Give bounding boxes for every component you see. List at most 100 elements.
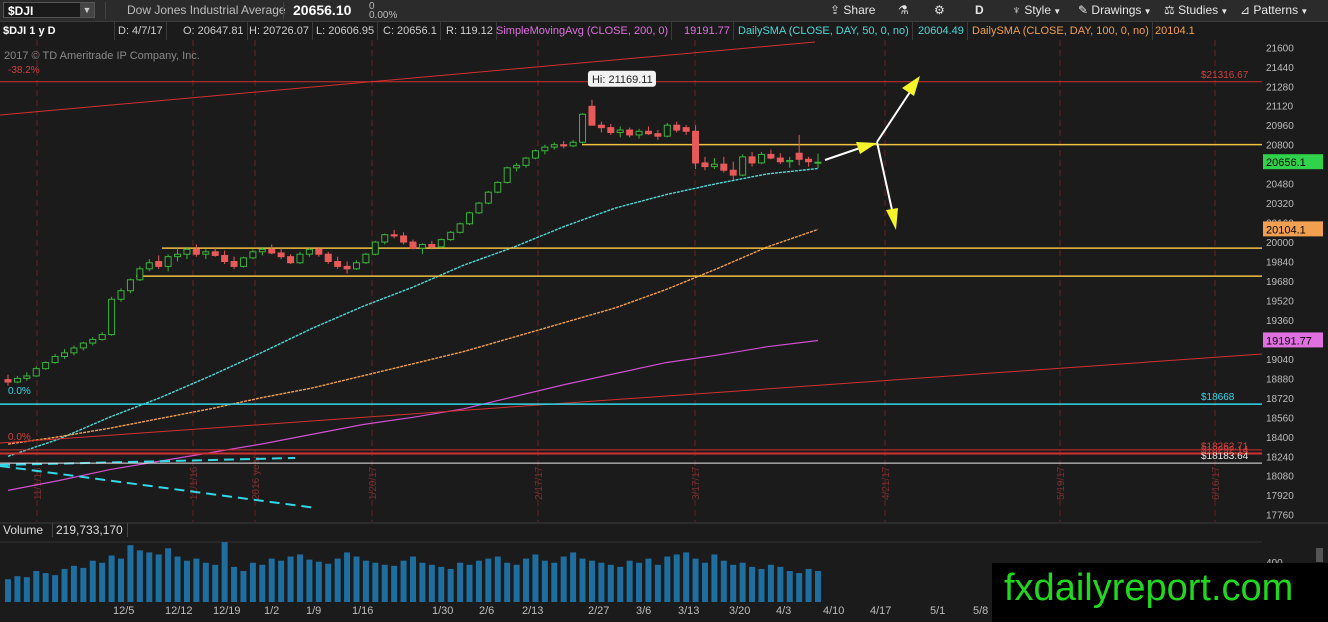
volume-bar <box>165 548 172 602</box>
candle-body <box>550 144 558 148</box>
x-tick-label: 5/8 <box>973 605 988 617</box>
candle-body <box>776 157 784 163</box>
x-tick-label: 1/30 <box>432 605 453 617</box>
y-tick-label: 20960 <box>1266 121 1294 132</box>
volume-label: Volume <box>3 523 44 537</box>
style-button[interactable]: ♆ Style ▼ <box>1012 0 1061 21</box>
candle-body <box>334 261 342 267</box>
gear-icon[interactable]: ⚙ <box>934 0 945 21</box>
candle-body <box>814 161 822 164</box>
volume-bar <box>306 559 313 602</box>
candle-body <box>23 375 31 379</box>
candle-body <box>258 248 266 253</box>
candle-body <box>475 202 483 214</box>
y-tick-label: 21280 <box>1266 82 1294 93</box>
study-sma200-name[interactable]: SimpleMovingAvg (CLOSE, 200, 0) <box>493 22 673 40</box>
volume-bar <box>419 562 426 602</box>
candle-body <box>616 129 624 134</box>
info-close: C: 20656.1 <box>380 22 441 40</box>
info-low: L: 20606.95 <box>313 22 379 40</box>
volume-bar <box>315 561 322 602</box>
y-tick-label: 20000 <box>1266 238 1294 249</box>
candle-body <box>381 234 389 243</box>
candle-body <box>588 105 596 126</box>
volume-bar <box>758 568 765 602</box>
volume-bar <box>118 558 125 602</box>
fib-label: -38.2% <box>8 65 40 76</box>
volume-bar <box>278 560 285 602</box>
study-sma50-name[interactable]: DailySMA (CLOSE, DAY, 50, 0, no) <box>735 22 913 40</box>
candle-body <box>202 251 210 255</box>
y-tick-label: 18080 <box>1266 472 1294 483</box>
flask-icon[interactable]: ⚗ <box>898 0 909 21</box>
volume-bar <box>127 545 134 602</box>
volume-bar <box>344 552 351 602</box>
volume-bar <box>287 556 294 602</box>
volume-bar <box>259 564 266 602</box>
candle-body <box>513 164 521 169</box>
info-range: R: 119.12 <box>443 22 497 40</box>
volume-bar <box>447 568 454 602</box>
volume-bar <box>249 562 256 602</box>
y-tick-label: 21600 <box>1266 43 1294 54</box>
month-divider-label: 6/16/17 <box>1211 466 1222 500</box>
volume-bar <box>636 562 643 602</box>
x-tick-label: 4/17 <box>870 605 891 617</box>
candle-body <box>409 241 417 249</box>
share-button[interactable]: ⇪ Share <box>830 0 875 21</box>
candle-body <box>729 169 737 176</box>
volume-bar <box>174 556 181 602</box>
volume-bar <box>739 562 746 602</box>
candle-body <box>503 167 511 183</box>
watermark: fxdailyreport.com <box>992 563 1328 622</box>
symbol-input[interactable]: $DJI ▼ <box>3 2 95 18</box>
candle-body <box>287 256 295 264</box>
volume-bar <box>268 558 275 602</box>
volume-bar <box>701 562 708 602</box>
x-tick-label: 12/19 <box>213 605 241 617</box>
scroll-handle[interactable] <box>1316 548 1323 562</box>
chevron-down-icon: ▼ <box>1298 7 1309 16</box>
x-tick-label: 2/13 <box>522 605 543 617</box>
drawings-button[interactable]: ✎ Drawings ▼ <box>1078 0 1152 21</box>
study-sma100-value: 20104.1 <box>1155 25 1195 37</box>
price-tag: 20656.1 <box>1266 157 1306 169</box>
volume-bar <box>108 555 115 602</box>
fib-label: 0.0% <box>8 386 31 397</box>
candle-body <box>277 252 285 258</box>
patterns-button[interactable]: ⊿ Patterns ▼ <box>1240 0 1308 21</box>
candle-body <box>569 141 577 147</box>
candle-body <box>795 152 803 160</box>
y-tick-label: 20800 <box>1266 141 1294 152</box>
copyright-text: 2017 © TD Ameritrade IP Company, Inc. <box>4 50 200 62</box>
y-tick-label: 19040 <box>1266 355 1294 366</box>
company-name: Dow Jones Industrial Average <box>127 3 286 17</box>
candle-body <box>494 181 502 193</box>
last-price: 20656.10 <box>293 2 352 18</box>
candle-body <box>701 162 709 168</box>
studies-button[interactable]: ⚖ Studies ▼ <box>1164 0 1228 21</box>
month-divider-label: 3/17/17 <box>691 466 702 500</box>
candle-body <box>164 256 172 267</box>
study-sma100-name[interactable]: DailySMA (CLOSE, DAY, 100, 0, no) <box>969 22 1153 40</box>
chart-label: $DJI 1 y D <box>0 22 115 40</box>
share-icon: ⇪ <box>830 3 841 17</box>
x-tick-label: 1/2 <box>264 605 279 617</box>
symbol-text: $DJI <box>8 4 34 18</box>
candle-body <box>710 163 718 168</box>
volume-bar <box>485 558 492 602</box>
price-tag: 20104.1 <box>1266 224 1306 236</box>
volume-bar <box>532 554 539 602</box>
volume-bar <box>183 560 190 602</box>
chevron-down-icon[interactable]: ▼ <box>80 3 94 17</box>
volume-bar <box>786 571 793 602</box>
candle-body <box>32 368 40 377</box>
volume-value: 219,733,170 <box>52 523 128 537</box>
candle-body <box>305 248 313 255</box>
study-sma200-value: 19191.77 <box>681 22 734 40</box>
price-level-label: $18668 <box>1201 392 1235 403</box>
style-icon: ♆ <box>1012 3 1021 17</box>
period-button[interactable]: D <box>975 0 984 21</box>
candle-body <box>79 342 87 349</box>
volume-bar <box>372 562 379 602</box>
